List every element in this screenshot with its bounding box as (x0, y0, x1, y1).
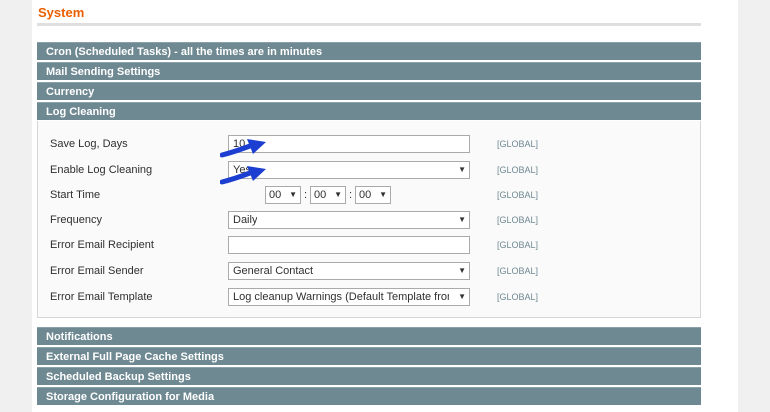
section-cron[interactable]: Cron (Scheduled Tasks) - all the times a… (37, 42, 701, 60)
error-email-template-scope: [GLOBAL] (497, 292, 539, 302)
start-time-minute-select[interactable]: 00 ▼ (310, 186, 346, 204)
section-external-full-page-cache[interactable]: External Full Page Cache Settings (37, 347, 701, 365)
chevron-down-icon: ▼ (289, 190, 297, 199)
section-mail-sending[interactable]: Mail Sending Settings (37, 62, 701, 80)
error-email-recipient-scope: [GLOBAL] (497, 240, 539, 250)
error-email-sender-value: General Contact (233, 265, 314, 277)
error-email-recipient-label: Error Email Recipient (50, 239, 154, 251)
frequency-scope: [GLOBAL] (497, 215, 539, 225)
blue-arrow-icon (220, 166, 266, 185)
chevron-down-icon: ▼ (458, 266, 466, 275)
start-time-minute-value: 00 (314, 189, 327, 201)
time-separator: : (304, 189, 308, 201)
enable-log-cleaning-scope: [GLOBAL] (497, 165, 539, 175)
enable-log-cleaning-label: Enable Log Cleaning (50, 164, 153, 176)
error-email-template-value: Log cleanup Warnings (Default Template f… (233, 291, 449, 303)
error-email-template-label: Error Email Template (50, 291, 153, 303)
start-time-second-select[interactable]: 00 ▼ (355, 186, 391, 204)
start-time-hour-value: 00 (269, 189, 282, 201)
error-email-sender-label: Error Email Sender (50, 265, 144, 277)
section-currency[interactable]: Currency (37, 82, 701, 100)
error-email-sender-scope: [GLOBAL] (497, 266, 539, 276)
time-separator: : (349, 189, 353, 201)
error-email-sender-select[interactable]: General Contact ▼ (228, 262, 470, 280)
frequency-value: Daily (233, 214, 258, 226)
start-time-scope: [GLOBAL] (497, 190, 539, 200)
error-email-template-select[interactable]: Log cleanup Warnings (Default Template f… (228, 288, 470, 306)
error-email-recipient-input[interactable] (228, 236, 470, 254)
save-log-days-scope: [GLOBAL] (497, 139, 539, 149)
section-storage-configuration[interactable]: Storage Configuration for Media (37, 387, 701, 405)
section-log-cleaning[interactable]: Log Cleaning (37, 102, 701, 120)
start-time-hour-select[interactable]: 00 ▼ (265, 186, 301, 204)
chevron-down-icon: ▼ (458, 292, 466, 301)
chevron-down-icon: ▼ (458, 215, 466, 224)
save-log-days-label: Save Log, Days (50, 138, 128, 150)
section-notifications[interactable]: Notifications (37, 327, 701, 345)
title-divider (37, 23, 701, 26)
start-time-label: Start Time (50, 189, 101, 201)
chevron-down-icon: ▼ (379, 190, 387, 199)
frequency-select[interactable]: Daily ▼ (228, 211, 470, 229)
blue-arrow-icon (220, 139, 266, 158)
chevron-down-icon: ▼ (334, 190, 342, 199)
start-time-second-value: 00 (359, 189, 372, 201)
frequency-label: Frequency (50, 214, 102, 226)
page-title: System (38, 5, 85, 20)
chevron-down-icon: ▼ (458, 165, 466, 174)
section-scheduled-backup[interactable]: Scheduled Backup Settings (37, 367, 701, 385)
